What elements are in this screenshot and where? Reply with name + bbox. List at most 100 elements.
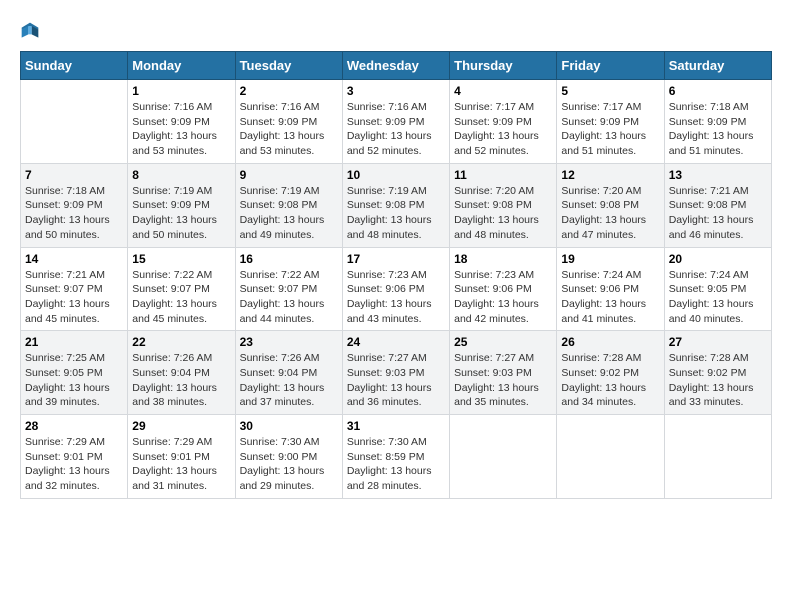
day-info: Sunrise: 7:17 AM Sunset: 9:09 PM Dayligh… [454,100,552,159]
calendar-table: SundayMondayTuesdayWednesdayThursdayFrid… [20,51,772,499]
calendar-week-4: 21 Sunrise: 7:25 AM Sunset: 9:05 PM Dayli… [21,331,772,415]
day-number: 1 [132,84,230,98]
day-info: Sunrise: 7:26 AM Sunset: 9:04 PM Dayligh… [240,351,338,410]
day-info: Sunrise: 7:16 AM Sunset: 9:09 PM Dayligh… [132,100,230,159]
calendar-cell [664,415,771,499]
calendar-cell: 27 Sunrise: 7:28 AM Sunset: 9:02 PM Dayli… [664,331,771,415]
day-number: 14 [25,252,123,266]
calendar-cell: 29 Sunrise: 7:29 AM Sunset: 9:01 PM Dayli… [128,415,235,499]
calendar-cell: 20 Sunrise: 7:24 AM Sunset: 9:05 PM Dayli… [664,247,771,331]
calendar-cell: 3 Sunrise: 7:16 AM Sunset: 9:09 PM Daylig… [342,80,449,164]
calendar-cell: 2 Sunrise: 7:16 AM Sunset: 9:09 PM Daylig… [235,80,342,164]
day-info: Sunrise: 7:22 AM Sunset: 9:07 PM Dayligh… [240,268,338,327]
day-number: 20 [669,252,767,266]
header-wednesday: Wednesday [342,52,449,80]
day-number: 22 [132,335,230,349]
calendar-week-1: 1 Sunrise: 7:16 AM Sunset: 9:09 PM Daylig… [21,80,772,164]
day-info: Sunrise: 7:23 AM Sunset: 9:06 PM Dayligh… [347,268,445,327]
day-number: 9 [240,168,338,182]
day-number: 6 [669,84,767,98]
day-number: 2 [240,84,338,98]
day-info: Sunrise: 7:27 AM Sunset: 9:03 PM Dayligh… [454,351,552,410]
day-info: Sunrise: 7:24 AM Sunset: 9:06 PM Dayligh… [561,268,659,327]
calendar-week-5: 28 Sunrise: 7:29 AM Sunset: 9:01 PM Dayli… [21,415,772,499]
day-info: Sunrise: 7:19 AM Sunset: 9:09 PM Dayligh… [132,184,230,243]
calendar-cell: 23Sunrise: 7:26 AM Sunset: 9:04 PM Dayli… [235,331,342,415]
calendar-week-3: 14 Sunrise: 7:21 AM Sunset: 9:07 PM Dayli… [21,247,772,331]
day-info: Sunrise: 7:30 AM Sunset: 8:59 PM Dayligh… [347,435,445,494]
calendar-cell: 18Sunrise: 7:23 AM Sunset: 9:06 PM Dayli… [450,247,557,331]
day-info: Sunrise: 7:18 AM Sunset: 9:09 PM Dayligh… [669,100,767,159]
calendar-cell: 28 Sunrise: 7:29 AM Sunset: 9:01 PM Dayli… [21,415,128,499]
day-info: Sunrise: 7:22 AM Sunset: 9:07 PM Dayligh… [132,268,230,327]
day-number: 26 [561,335,659,349]
calendar-cell: 4Sunrise: 7:17 AM Sunset: 9:09 PM Daylig… [450,80,557,164]
day-number: 17 [347,252,445,266]
header-thursday: Thursday [450,52,557,80]
day-number: 30 [240,419,338,433]
day-number: 19 [561,252,659,266]
calendar-cell: 8 Sunrise: 7:19 AM Sunset: 9:09 PM Daylig… [128,163,235,247]
calendar-cell: 22 Sunrise: 7:26 AM Sunset: 9:04 PM Dayli… [128,331,235,415]
logo-icon [20,21,40,41]
day-info: Sunrise: 7:27 AM Sunset: 9:03 PM Dayligh… [347,351,445,410]
day-info: Sunrise: 7:29 AM Sunset: 9:01 PM Dayligh… [25,435,123,494]
day-info: Sunrise: 7:21 AM Sunset: 9:08 PM Dayligh… [669,184,767,243]
calendar-cell: 9 Sunrise: 7:19 AM Sunset: 9:08 PM Daylig… [235,163,342,247]
day-number: 27 [669,335,767,349]
calendar-header-row: SundayMondayTuesdayWednesdayThursdayFrid… [21,52,772,80]
day-number: 3 [347,84,445,98]
day-number: 24 [347,335,445,349]
day-info: Sunrise: 7:16 AM Sunset: 9:09 PM Dayligh… [240,100,338,159]
day-info: Sunrise: 7:20 AM Sunset: 9:08 PM Dayligh… [454,184,552,243]
calendar-cell: 1 Sunrise: 7:16 AM Sunset: 9:09 PM Daylig… [128,80,235,164]
day-info: Sunrise: 7:17 AM Sunset: 9:09 PM Dayligh… [561,100,659,159]
calendar-cell: 21 Sunrise: 7:25 AM Sunset: 9:05 PM Dayli… [21,331,128,415]
calendar-cell [450,415,557,499]
logo [20,20,44,41]
calendar-cell: 12 Sunrise: 7:20 AM Sunset: 9:08 PM Dayli… [557,163,664,247]
day-number: 28 [25,419,123,433]
day-info: Sunrise: 7:25 AM Sunset: 9:05 PM Dayligh… [25,351,123,410]
calendar-cell: 16 Sunrise: 7:22 AM Sunset: 9:07 PM Dayli… [235,247,342,331]
calendar-cell [557,415,664,499]
calendar-cell: 7 Sunrise: 7:18 AM Sunset: 9:09 PM Daylig… [21,163,128,247]
day-number: 29 [132,419,230,433]
calendar-cell: 26 Sunrise: 7:28 AM Sunset: 9:02 PM Dayli… [557,331,664,415]
header-friday: Friday [557,52,664,80]
day-number: 7 [25,168,123,182]
day-info: Sunrise: 7:19 AM Sunset: 9:08 PM Dayligh… [240,184,338,243]
calendar-cell [21,80,128,164]
day-info: Sunrise: 7:28 AM Sunset: 9:02 PM Dayligh… [561,351,659,410]
day-number: 21 [25,335,123,349]
day-number: 10 [347,168,445,182]
calendar-cell: 30Sunrise: 7:30 AM Sunset: 9:00 PM Dayli… [235,415,342,499]
calendar-cell: 6 Sunrise: 7:18 AM Sunset: 9:09 PM Daylig… [664,80,771,164]
header-tuesday: Tuesday [235,52,342,80]
header-monday: Monday [128,52,235,80]
calendar-week-2: 7 Sunrise: 7:18 AM Sunset: 9:09 PM Daylig… [21,163,772,247]
day-number: 16 [240,252,338,266]
day-number: 31 [347,419,445,433]
header [20,20,772,41]
day-info: Sunrise: 7:21 AM Sunset: 9:07 PM Dayligh… [25,268,123,327]
day-info: Sunrise: 7:16 AM Sunset: 9:09 PM Dayligh… [347,100,445,159]
day-info: Sunrise: 7:29 AM Sunset: 9:01 PM Dayligh… [132,435,230,494]
calendar-cell: 31 Sunrise: 7:30 AM Sunset: 8:59 PM Dayli… [342,415,449,499]
day-info: Sunrise: 7:19 AM Sunset: 9:08 PM Dayligh… [347,184,445,243]
day-info: Sunrise: 7:18 AM Sunset: 9:09 PM Dayligh… [25,184,123,243]
day-info: Sunrise: 7:28 AM Sunset: 9:02 PM Dayligh… [669,351,767,410]
calendar-cell: 15Sunrise: 7:22 AM Sunset: 9:07 PM Dayli… [128,247,235,331]
day-info: Sunrise: 7:26 AM Sunset: 9:04 PM Dayligh… [132,351,230,410]
calendar-cell: 24 Sunrise: 7:27 AM Sunset: 9:03 PM Dayli… [342,331,449,415]
calendar-cell: 19 Sunrise: 7:24 AM Sunset: 9:06 PM Dayli… [557,247,664,331]
calendar-cell: 13Sunrise: 7:21 AM Sunset: 9:08 PM Dayli… [664,163,771,247]
calendar-cell: 10 Sunrise: 7:19 AM Sunset: 9:08 PM Dayli… [342,163,449,247]
header-saturday: Saturday [664,52,771,80]
day-info: Sunrise: 7:24 AM Sunset: 9:05 PM Dayligh… [669,268,767,327]
calendar-cell: 25Sunrise: 7:27 AM Sunset: 9:03 PM Dayli… [450,331,557,415]
day-info: Sunrise: 7:23 AM Sunset: 9:06 PM Dayligh… [454,268,552,327]
day-number: 8 [132,168,230,182]
day-info: Sunrise: 7:20 AM Sunset: 9:08 PM Dayligh… [561,184,659,243]
day-number: 12 [561,168,659,182]
